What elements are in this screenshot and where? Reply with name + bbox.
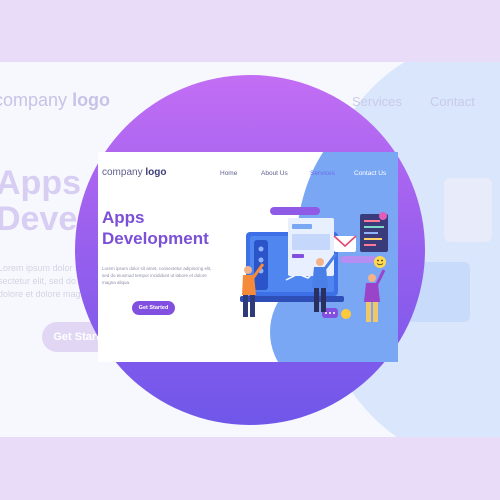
app-development-illustration (240, 207, 388, 322)
person-left-head (244, 266, 252, 274)
background-title: Apps Deve (0, 164, 81, 238)
smiley-icon (374, 256, 386, 268)
bottom-band (0, 437, 500, 500)
laptop-base (240, 296, 344, 302)
background-nav-services: Services (352, 94, 402, 109)
background-logo: company logo (0, 90, 111, 110)
coin-icon (341, 309, 351, 319)
background-nav-contact: Contact (430, 94, 475, 109)
top-band (0, 0, 500, 62)
person-middle-head (316, 258, 324, 266)
background-code-card (444, 178, 492, 242)
purple-tag (270, 207, 320, 215)
person-right-head (368, 274, 376, 282)
landing-page-card: company logo Home About Us Services Cont… (98, 152, 398, 362)
lavender-bar (340, 256, 376, 263)
